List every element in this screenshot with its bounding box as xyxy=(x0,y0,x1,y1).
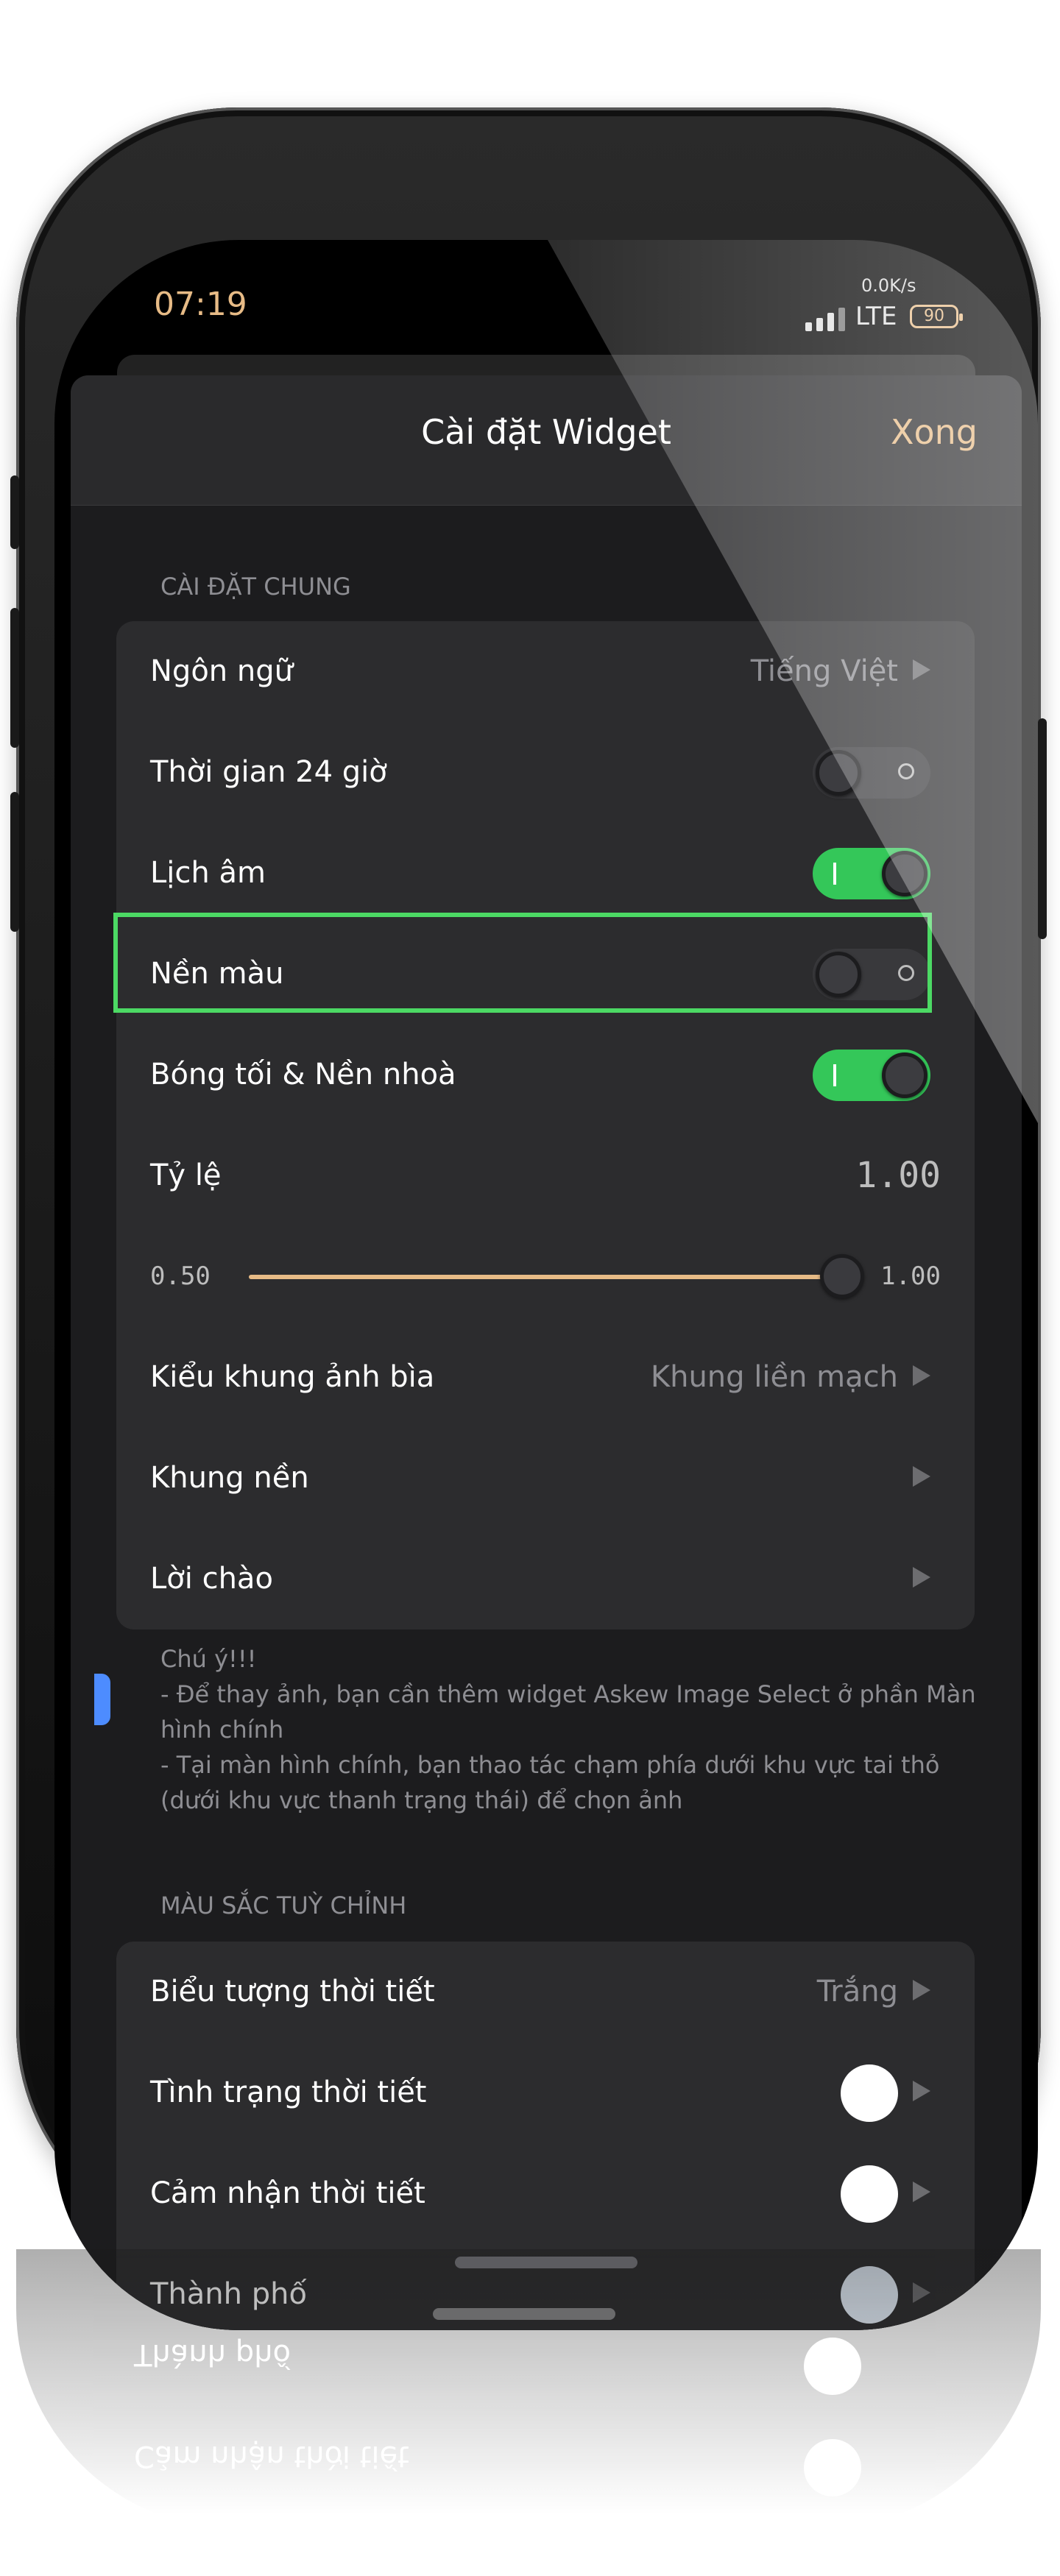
volume-down-button xyxy=(10,792,19,932)
cover-style-label: Kiểu khung ảnh bìa xyxy=(150,1360,435,1394)
reflection-text-city: Thành phố xyxy=(134,2338,291,2371)
done-button[interactable]: Xong xyxy=(891,412,978,452)
chevron-right-icon xyxy=(913,2182,930,2202)
weather-icon-label: Biểu tượng thời tiết xyxy=(150,1975,435,2009)
note-text: Chú ý!!! - Để thay ảnh, bạn cần thêm wid… xyxy=(160,1641,978,1818)
reflection-text-feel: Cảm nhận thời tiết xyxy=(134,2439,409,2473)
lunar-label: Lịch âm xyxy=(150,856,266,890)
volume-up-button xyxy=(10,608,19,748)
greeting-row[interactable]: Lời chào xyxy=(116,1529,975,1630)
scale-row: Tỷ lệ 1.00 xyxy=(116,1125,975,1226)
language-value: Tiếng Việt xyxy=(750,654,898,688)
cover-style-row[interactable]: Kiểu khung ảnh bìa Khung liền mạch xyxy=(116,1327,975,1428)
greeting-label: Lời chào xyxy=(150,1562,273,1596)
scale-label: Tỷ lệ xyxy=(150,1158,222,1192)
nav-bar: Cài đặt Widget Xong xyxy=(71,375,1022,506)
chevron-right-icon xyxy=(913,659,930,680)
chevron-right-icon xyxy=(913,2081,930,2101)
mute-switch xyxy=(10,475,19,549)
shadow-row: Bóng tối & Nền nhoà xyxy=(116,1025,975,1125)
phone-screen: 07:19 0.0K/s LTE 90 Cài đặt Widget Xong … xyxy=(54,240,1038,2330)
chevron-right-icon xyxy=(913,1466,930,1487)
phone-reflection: Thành phố Cảm nhận thời tiết xyxy=(16,2249,1041,2529)
time24-row: Thời gian 24 giờ xyxy=(116,722,975,823)
scale-slider-thumb[interactable] xyxy=(820,1254,864,1298)
section-header-general: CÀI ĐẶT CHUNG xyxy=(160,573,351,601)
side-tab-handle[interactable] xyxy=(94,1674,110,1725)
section-header-colors: MÀU SẮC TUỲ CHỈNH xyxy=(160,1892,407,1919)
note-line-1: - Để thay ảnh, bạn cần thêm widget Askew… xyxy=(160,1680,976,1744)
weather-status-row[interactable]: Tình trạng thời tiết xyxy=(116,2042,975,2143)
weather-icon-row[interactable]: Biểu tượng thời tiết Trắng xyxy=(116,1942,975,2042)
frame-label: Khung nền xyxy=(150,1461,309,1495)
frame-row[interactable]: Khung nền xyxy=(116,1428,975,1529)
chevron-right-icon xyxy=(913,1980,930,2000)
phone-frame: 07:19 0.0K/s LTE 90 Cài đặt Widget Xong … xyxy=(10,107,1047,2330)
home-indicator[interactable] xyxy=(455,2257,637,2268)
lunar-toggle[interactable] xyxy=(813,848,930,899)
power-button xyxy=(1038,718,1047,939)
time24-toggle[interactable] xyxy=(813,747,930,799)
weather-icon-value: Trắng xyxy=(816,1975,898,2009)
signal-icon xyxy=(805,308,845,331)
net-speed: 0.0K/s xyxy=(861,275,916,296)
scale-slider-row: 0.50 1.00 xyxy=(116,1226,975,1327)
general-settings-group: Ngôn ngữ Tiếng Việt Thời gian 24 giờ Lịc… xyxy=(116,621,975,1630)
page-title: Cài đặt Widget xyxy=(421,412,671,452)
color-swatch[interactable] xyxy=(841,2064,898,2122)
scale-value: 1.00 xyxy=(855,1155,941,1196)
weather-feel-label: Cảm nhận thời tiết xyxy=(150,2176,425,2210)
status-bar: 07:19 0.0K/s LTE 90 xyxy=(54,240,1038,358)
time24-label: Thời gian 24 giờ xyxy=(150,755,387,789)
status-time: 07:19 xyxy=(154,286,247,323)
weather-status-label: Tình trạng thời tiết xyxy=(150,2076,427,2109)
battery-icon: 90 xyxy=(910,305,963,328)
chevron-right-icon xyxy=(913,1567,930,1588)
cover-style-value: Khung liền mạch xyxy=(650,1360,898,1394)
color-swatch[interactable] xyxy=(841,2165,898,2223)
note-title: Chú ý!!! xyxy=(160,1645,257,1673)
language-row[interactable]: Ngôn ngữ Tiếng Việt xyxy=(116,621,975,722)
settings-sheet: Cài đặt Widget Xong CÀI ĐẶT CHUNG Ngôn n… xyxy=(71,375,1022,2330)
scale-slider-track[interactable] xyxy=(249,1275,842,1279)
slider-max-label: 1.00 xyxy=(880,1262,941,1291)
weather-feel-row[interactable]: Cảm nhận thời tiết xyxy=(116,2143,975,2244)
shadow-toggle[interactable] xyxy=(813,1050,930,1101)
network-type: LTE xyxy=(855,302,897,331)
language-label: Ngôn ngữ xyxy=(150,654,293,688)
chevron-right-icon xyxy=(913,1365,930,1386)
slider-min-label: 0.50 xyxy=(150,1262,211,1291)
lunar-row: Lịch âm xyxy=(116,823,975,924)
highlight-box xyxy=(113,913,932,1013)
note-line-2: - Tại màn hình chính, bạn thao tác chạm … xyxy=(160,1751,940,1814)
shadow-label: Bóng tối & Nền nhoà xyxy=(150,1058,456,1091)
